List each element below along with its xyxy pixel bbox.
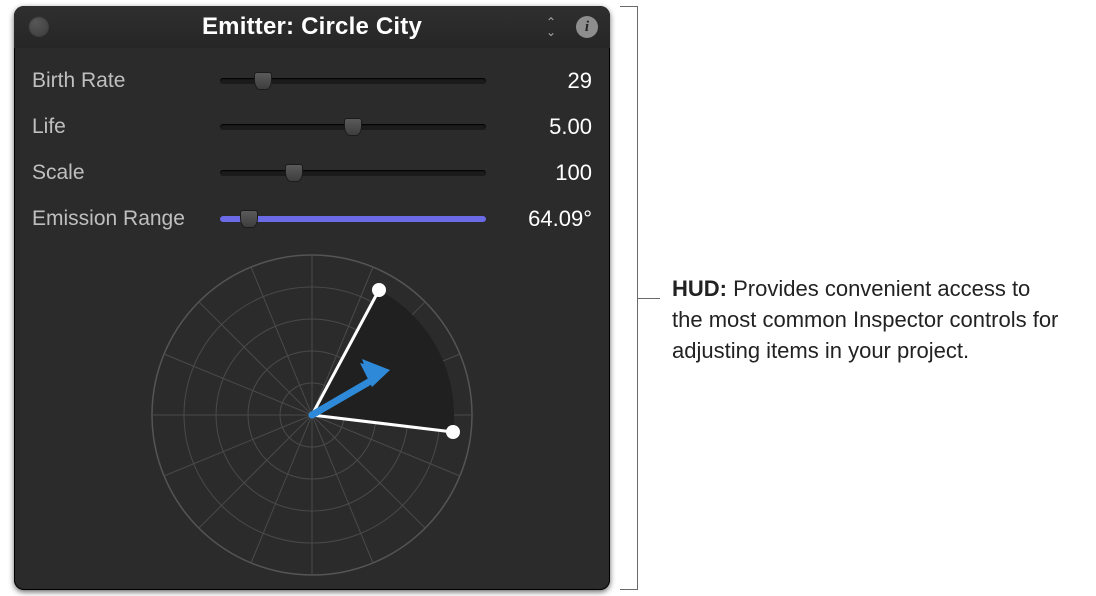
param-value[interactable]: 100 [502, 160, 592, 186]
slider-thumb[interactable] [285, 164, 303, 182]
param-row-emission-range: Emission Range 64.09° [32, 196, 592, 242]
emission-range-slider[interactable] [220, 207, 486, 231]
param-value[interactable]: 5.00 [502, 114, 592, 140]
param-row-life: Life 5.00 [32, 104, 592, 150]
emission-angle-control[interactable] [14, 250, 610, 580]
info-icon[interactable]: i [576, 16, 598, 38]
param-value[interactable]: 29 [502, 68, 592, 94]
param-row-birth-rate: Birth Rate 29 [32, 58, 592, 104]
param-row-scale: Scale 100 [32, 150, 592, 196]
birth-rate-slider[interactable] [220, 69, 486, 93]
callout-text: HUD: Provides convenient access to the m… [672, 274, 1062, 366]
param-label: Life [32, 115, 204, 139]
object-stepper[interactable]: ⌃ ⌄ [546, 17, 556, 37]
emission-radar-icon [147, 250, 477, 580]
param-label: Scale [32, 161, 204, 185]
traffic-light-dot[interactable] [28, 16, 50, 38]
hud-header: Emitter: Circle City ⌃ ⌄ i [14, 6, 610, 48]
slider-track [220, 170, 486, 176]
chevron-down-icon: ⌄ [546, 27, 556, 37]
callout-bracket [620, 6, 638, 590]
life-slider[interactable] [220, 115, 486, 139]
slider-thumb[interactable] [254, 72, 272, 90]
hud-title: Emitter: Circle City [202, 13, 422, 41]
slider-thumb[interactable] [240, 210, 258, 228]
param-label: Birth Rate [32, 69, 204, 93]
callout-body: Provides convenient access to the most c… [672, 276, 1058, 363]
param-label: Emission Range [32, 207, 204, 231]
slider-fill [220, 216, 486, 222]
callout-label: HUD: [672, 276, 727, 301]
parameter-list: Birth Rate 29 Life 5.00 Scale 100 E [14, 48, 610, 242]
scale-slider[interactable] [220, 161, 486, 185]
callout-tick [638, 298, 660, 299]
param-value[interactable]: 64.09° [502, 206, 592, 232]
hud-panel: Emitter: Circle City ⌃ ⌄ i Birth Rate 29… [14, 6, 610, 590]
slider-thumb[interactable] [344, 118, 362, 136]
